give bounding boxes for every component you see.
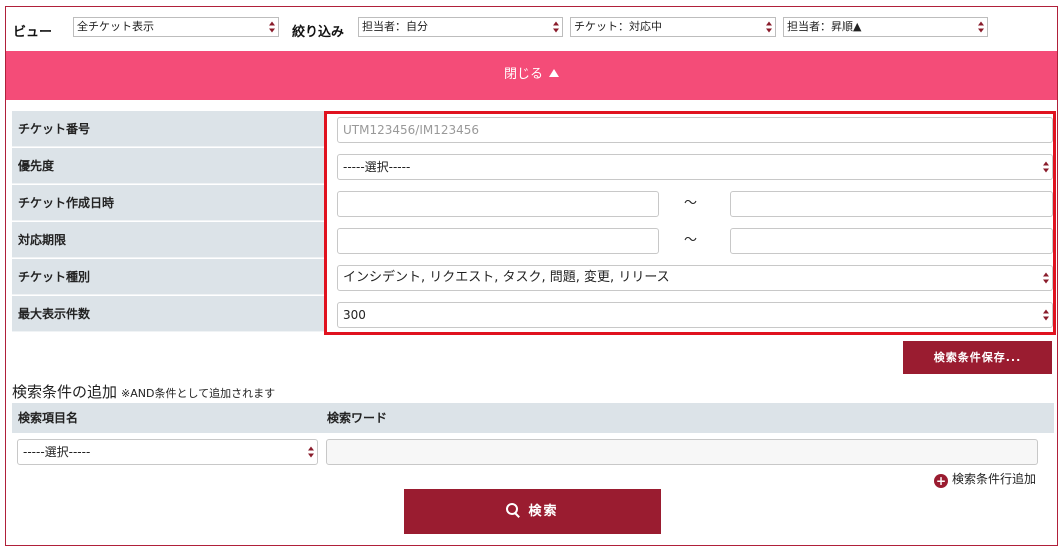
created-range-separator: ～	[684, 196, 698, 211]
max-label: 最大表示件数	[12, 296, 324, 332]
select-arrow-icon	[269, 21, 275, 33]
search-word-input[interactable]	[326, 439, 1038, 465]
add-criteria-row-button[interactable]: + 検索条件行追加	[934, 471, 1036, 488]
save-criteria-button[interactable]: 検索条件保存...	[903, 341, 1052, 374]
type-select-value: インシデント, リクエスト, タスク, 問題, 変更, リリース	[343, 270, 670, 285]
select-arrow-icon	[978, 21, 984, 33]
close-panel-button[interactable]: 閉じる	[6, 51, 1057, 100]
filter-label: 絞り込み	[292, 25, 345, 40]
created-label: チケット作成日時	[12, 185, 324, 221]
criteria-row-priority: 優先度 -----選択-----	[12, 148, 1054, 185]
priority-label: 優先度	[12, 148, 324, 184]
add-criteria-header: 検索項目名 検索ワード	[12, 403, 1054, 433]
triangle-up-icon	[549, 69, 559, 77]
assignee-filter-select[interactable]: 担当者：自分	[358, 17, 563, 37]
criteria-row-created: チケット作成日時 ～	[12, 185, 1054, 222]
search-item-value: -----選択-----	[23, 445, 91, 459]
ticket-filter-value: チケット：対応中	[574, 20, 662, 33]
select-arrow-icon	[766, 21, 772, 33]
select-arrow-icon	[553, 21, 559, 33]
add-criteria-title: 検索条件の追加 ※AND条件として追加されます	[12, 381, 275, 402]
criteria-row-ticket-no: チケット番号 UTM123456/IM123456	[12, 111, 1054, 148]
type-label: チケット種別	[12, 259, 324, 295]
deadline-from-input[interactable]	[337, 228, 659, 254]
criteria-row-max: 最大表示件数 300	[12, 296, 1054, 333]
criteria-row-type: チケット種別 インシデント, リクエスト, タスク, 問題, 変更, リリース	[12, 259, 1054, 296]
priority-select-value: -----選択-----	[343, 160, 411, 174]
select-arrow-icon	[1043, 309, 1049, 321]
search-button[interactable]: 検索	[404, 489, 661, 534]
created-to-input[interactable]	[730, 191, 1053, 217]
plus-circle-icon: +	[934, 474, 948, 488]
search-icon	[506, 503, 520, 517]
ticket-filter-select[interactable]: チケット：対応中	[570, 17, 776, 37]
select-arrow-icon	[308, 446, 314, 458]
max-select-value: 300	[343, 308, 366, 322]
deadline-to-input[interactable]	[730, 228, 1053, 254]
created-from-input[interactable]	[337, 191, 659, 217]
add-criteria-row-label: 検索条件行追加	[952, 472, 1037, 486]
deadline-label: 対応期限	[12, 222, 324, 258]
deadline-range-separator: ～	[684, 233, 698, 248]
add-criteria-note: ※AND条件として追加されます	[121, 387, 276, 400]
criteria-row-deadline: 対応期限 ～	[12, 222, 1054, 259]
ticket-no-input[interactable]: UTM123456/IM123456	[337, 117, 1053, 143]
select-arrow-icon	[1043, 161, 1049, 173]
filter-bar: ビュー 全チケット表示 絞り込み 担当者：自分 チケット：対応中 担当者：昇順▲	[6, 7, 1057, 51]
sort-select-value: 担当者：昇順▲	[787, 20, 862, 33]
select-arrow-icon	[1043, 272, 1049, 284]
assignee-filter-value: 担当者：自分	[362, 20, 428, 33]
ticket-no-placeholder: UTM123456/IM123456	[343, 123, 480, 137]
col-item-header: 検索項目名	[18, 411, 79, 425]
ticket-no-label: チケット番号	[12, 111, 324, 147]
add-criteria-heading: 検索条件の追加	[12, 383, 118, 401]
view-label: ビュー	[13, 25, 53, 40]
type-select[interactable]: インシデント, リクエスト, タスク, 問題, 変更, リリース	[337, 265, 1053, 291]
sort-select[interactable]: 担当者：昇順▲	[783, 17, 988, 37]
view-select-value: 全チケット表示	[77, 20, 154, 33]
search-panel: ビュー 全チケット表示 絞り込み 担当者：自分 チケット：対応中 担当者：昇順▲…	[5, 6, 1058, 546]
max-select[interactable]: 300	[337, 302, 1053, 328]
priority-select[interactable]: -----選択-----	[337, 154, 1053, 180]
col-word-header: 検索ワード	[327, 411, 388, 425]
close-panel-label: 閉じる	[503, 67, 543, 82]
search-button-label: 検索	[528, 504, 559, 519]
view-select[interactable]: 全チケット表示	[73, 17, 279, 37]
search-item-select[interactable]: -----選択-----	[17, 439, 318, 465]
